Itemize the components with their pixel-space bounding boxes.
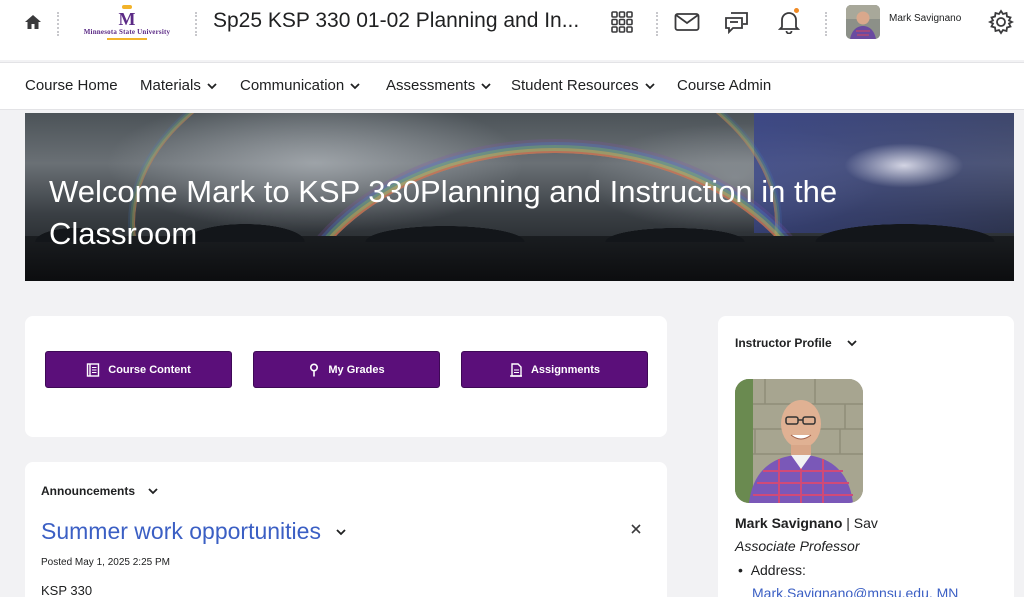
logo-bar (107, 38, 147, 40)
chevron-down-icon (207, 82, 217, 89)
chevron-down-icon[interactable] (335, 526, 347, 538)
chevron-down-icon (481, 82, 491, 89)
chat-icon[interactable] (723, 8, 751, 36)
nav-materials[interactable]: Materials (140, 77, 218, 94)
divider (57, 12, 59, 36)
university-logo[interactable]: M Minnesota State University (72, 5, 182, 41)
book-icon (87, 362, 100, 377)
quick-links-card: Course Content My Grades Assignments (25, 316, 667, 437)
nav-student-resources[interactable]: Student Resources (511, 77, 656, 94)
button-label: Course Content (108, 363, 191, 376)
instructor-nickname: | Sav (842, 515, 878, 531)
logo-text: Minnesota State University (83, 28, 171, 36)
nav-assessments[interactable]: Assessments (386, 77, 492, 94)
button-label: My Grades (328, 363, 385, 376)
top-bar: M Minnesota State University Sp25 KSP 33… (0, 0, 1024, 60)
instructor-name-text: Mark Savignano (735, 515, 843, 531)
chevron-down-icon (350, 82, 360, 89)
address-label: Address: (750, 562, 806, 578)
announcement-body: KSP 330 (41, 583, 93, 597)
chevron-down-icon (148, 488, 158, 495)
announcement-title[interactable]: Summer work opportunities (41, 518, 347, 545)
nav-course-admin[interactable]: Course Admin (677, 77, 771, 94)
nav-label: Student Resources (511, 77, 639, 94)
banner-title: Welcome Mark to KSP 330Planning and Inst… (49, 174, 838, 251)
nav-label: Course Home (25, 77, 118, 94)
announcements-label: Announcements (41, 484, 136, 498)
course-content-button[interactable]: Course Content (45, 351, 232, 388)
course-title[interactable]: Sp25 KSP 330 01-02 Planning and In... (213, 9, 579, 33)
assignments-button[interactable]: Assignments (461, 351, 648, 388)
avatar[interactable] (846, 5, 880, 39)
mail-icon[interactable] (673, 8, 701, 36)
nav-label: Assessments (386, 77, 476, 94)
divider (825, 12, 827, 36)
nav-label: Course Admin (677, 77, 772, 94)
instructor-role: Associate Professor (735, 538, 860, 554)
announcement-date: Posted May 1, 2025 2:25 PM (41, 557, 170, 568)
button-label: Assignments (530, 363, 601, 376)
chevron-down-icon (847, 340, 857, 347)
close-icon[interactable] (629, 522, 643, 536)
announcements-card: Announcements Summer work opportunities … (25, 462, 667, 597)
divider (195, 12, 197, 36)
course-banner: Welcome Mark to KSP 330Planning and Inst… (25, 113, 1014, 281)
logo-mark: M (72, 5, 182, 28)
instructor-address: • Address: (738, 562, 806, 578)
announcements-heading[interactable]: Announcements (41, 484, 159, 498)
nav-communication[interactable]: Communication (240, 77, 361, 94)
course-navbar: Course Home Materials Communication Asse… (0, 62, 1024, 110)
gear-icon[interactable] (987, 8, 1015, 36)
instructor-photo (735, 379, 863, 503)
pin-icon (310, 362, 319, 376)
instructor-profile-card: Instructor Profile Mark Savignano | Sav … (718, 316, 1014, 597)
notification-dot (793, 7, 800, 14)
home-icon[interactable] (22, 12, 44, 32)
instructor-profile-heading[interactable]: Instructor Profile (735, 336, 858, 350)
nav-course-home[interactable]: Course Home (25, 77, 118, 94)
instructor-name: Mark Savignano | Sav (735, 515, 878, 531)
user-name[interactable]: Mark Savignano (889, 13, 961, 24)
divider (656, 12, 658, 36)
my-grades-button[interactable]: My Grades (253, 351, 440, 388)
nav-label: Communication (240, 77, 345, 94)
nav-label: Materials (140, 77, 201, 94)
chevron-down-icon (644, 82, 655, 89)
announcement-title-text: Summer work opportunities (41, 518, 321, 544)
apps-grid-icon[interactable] (608, 8, 636, 36)
document-icon (509, 362, 522, 377)
profile-heading-label: Instructor Profile (735, 336, 832, 350)
instructor-email-link[interactable]: Mark.Savignano@mnsu.edu, MN (752, 585, 958, 597)
